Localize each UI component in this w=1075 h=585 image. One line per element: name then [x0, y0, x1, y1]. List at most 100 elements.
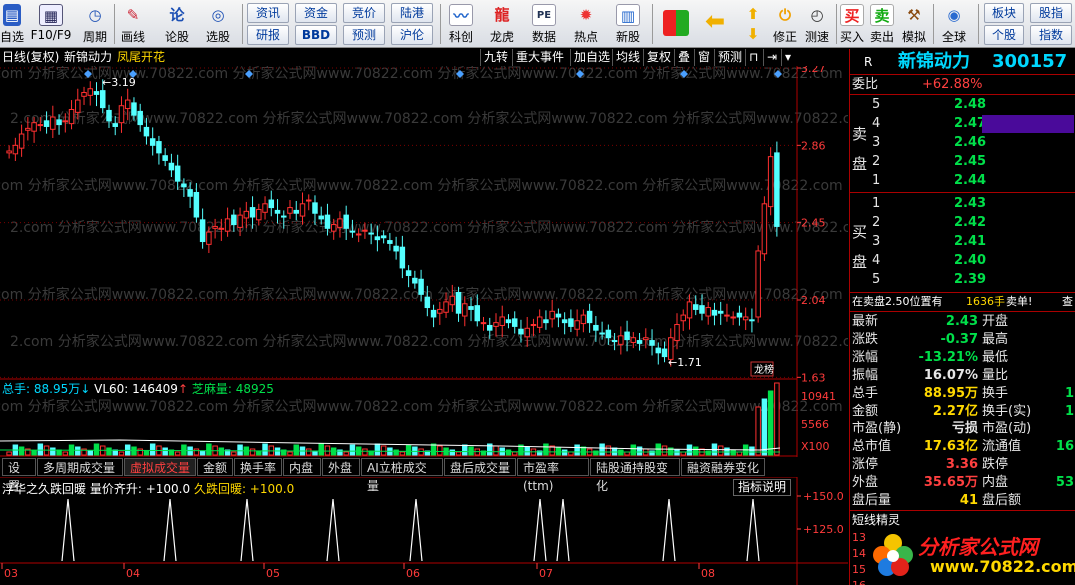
candle-body — [118, 105, 125, 124]
shanghai-london-button[interactable]: 沪伦 — [391, 25, 433, 45]
candle-body — [774, 152, 780, 227]
stat-row: 总手 88.95万 换手 1 — [850, 385, 1075, 403]
tab-8[interactable]: 盘后成交量 — [444, 458, 516, 476]
tab-2[interactable]: 虚拟成交量 — [124, 458, 196, 476]
clock-icon: ◷ — [88, 6, 102, 24]
research-button[interactable]: 研报 — [247, 25, 289, 45]
nine-turn-button[interactable]: 九转 — [480, 49, 511, 66]
stat-value-2: 1 — [1064, 403, 1074, 419]
tab-10[interactable]: 陆股通持股变化 — [590, 458, 680, 493]
funds-button[interactable]: 资金 — [295, 3, 337, 23]
stat-label-2: 开盘 — [982, 314, 1009, 329]
watchlist-button[interactable]: ▤ 自选 — [0, 2, 24, 46]
candle-body — [131, 102, 137, 116]
dragon-tiger-button[interactable]: 龍 龙虎 — [485, 2, 519, 46]
lock-icon[interactable]: ⊓ — [745, 49, 761, 66]
tab-4[interactable]: 换手率 — [234, 458, 282, 476]
level-price: 2.39 — [954, 272, 987, 287]
add-watchlist-button[interactable]: 加自选 — [570, 49, 613, 66]
notice-type: 卖单! — [1006, 295, 1033, 308]
tab-1[interactable]: 多周期成交量 — [37, 458, 123, 476]
data-button[interactable]: PE 数据 — [527, 2, 561, 46]
level-price: 2.40 — [954, 253, 987, 268]
volume-bar — [256, 450, 262, 456]
candle-body — [37, 124, 44, 127]
global-button[interactable]: ◉ 全球 — [936, 2, 972, 46]
moving-average-button[interactable]: 均线 — [612, 49, 643, 66]
buy-level-row[interactable]: 1 2.43 — [850, 195, 1075, 213]
f10-button[interactable]: ▦ F10/F9 — [26, 2, 76, 46]
indicator-tabs: 设置 多周期成交量 虚拟成交量 金额 换手率 内盘 外盘 AI立桩成交量 盘后成交量 市盈率(tt… — [0, 457, 798, 493]
star-market-button[interactable]: 〰 科创 — [444, 2, 478, 46]
volume-bar — [249, 448, 256, 456]
sector-button[interactable]: 板块 — [984, 3, 1024, 23]
adjust-button[interactable]: 复权 — [643, 49, 674, 66]
candle-body — [524, 327, 530, 338]
single-stock-button[interactable]: 个股 — [984, 25, 1024, 45]
sell-level-row[interactable]: 4 2.47 — [850, 115, 1075, 133]
hk-connect-button[interactable]: 陆港 — [391, 3, 433, 23]
expand-icon[interactable]: ⇥ — [763, 49, 780, 66]
bbd-button[interactable]: BBD — [295, 25, 337, 45]
sell-level-row[interactable]: 3 2.46 — [850, 134, 1075, 152]
forecast-chart-button[interactable]: 预测 — [714, 49, 745, 66]
index-button[interactable]: 指数 — [1030, 25, 1072, 45]
sell-button[interactable]: 卖 卖出 — [868, 2, 896, 46]
notice-row[interactable]: 在卖盘2.50位置有 1636手 卖单! 查 — [850, 293, 1075, 311]
f10-icon: ▦ — [39, 4, 63, 26]
stock-picker-button[interactable]: ◎ 选股 — [198, 2, 238, 46]
sell-level-row[interactable]: 5 2.48 — [850, 96, 1075, 114]
overlay-button[interactable]: 叠 — [674, 49, 693, 66]
buy-level-row[interactable]: 4 2.40 — [850, 252, 1075, 270]
new-stock-button[interactable]: ▥ 新股 — [611, 2, 645, 46]
menu-down-icon[interactable]: ▾ — [781, 49, 794, 66]
sell-level-row[interactable]: 1 2.44 — [850, 172, 1075, 190]
tab-5[interactable]: 内盘 — [283, 458, 321, 476]
simulate-button[interactable]: ⚒ 模拟 — [898, 2, 930, 46]
forecast-button[interactable]: 预测 — [343, 25, 385, 45]
speed-test-button[interactable]: ◴ 测速 — [802, 2, 832, 46]
news-button[interactable]: 资讯 — [247, 3, 289, 23]
kline-chart[interactable]: 2.com 分析家公式网www.70822.com 分析家公式网www.7082… — [0, 66, 848, 585]
layout-button[interactable] — [660, 2, 692, 46]
back-button[interactable]: ⬅ — [698, 2, 732, 46]
candle-body — [243, 210, 250, 219]
candle-body — [568, 318, 574, 327]
candle-body — [755, 250, 761, 318]
volume-bar — [206, 443, 212, 456]
period-button[interactable]: ◷ 周期 — [78, 2, 112, 46]
auction-button[interactable]: 竞价 — [343, 3, 385, 23]
indicator-help-button[interactable]: 指标说明 — [733, 479, 792, 496]
volume-bar — [362, 448, 368, 456]
candle-body — [100, 90, 106, 109]
discuss-button[interactable]: 论 论股 — [160, 2, 194, 46]
tab-7[interactable]: AI立桩成交量 — [361, 458, 443, 493]
candle-body — [380, 235, 387, 239]
index-futures-button[interactable]: 股指 — [1030, 3, 1072, 23]
window-button[interactable]: 窗 — [694, 49, 713, 66]
volume-bar — [380, 445, 387, 456]
buy-level-row[interactable]: 2 2.42 — [850, 214, 1075, 232]
buy-button[interactable]: 买 买入 — [838, 2, 866, 46]
draw-line-button[interactable]: ✎ 画线 — [116, 2, 150, 46]
stat-value: 3.36 — [945, 457, 978, 473]
tab-3[interactable]: 金额 — [197, 458, 233, 476]
volume-bar — [56, 449, 62, 456]
stat-value: 17.63亿 — [923, 439, 978, 455]
buy-level-row[interactable]: 3 2.41 — [850, 233, 1075, 251]
tab-0[interactable]: 设置 — [2, 458, 36, 493]
tab-6[interactable]: 外盘 — [322, 458, 360, 476]
sell-level-row[interactable]: 2 2.45 — [850, 153, 1075, 171]
tab-9[interactable]: 市盈率(ttm) — [517, 458, 589, 493]
stat-row: 盘后量 41 盘后额 — [850, 492, 1075, 510]
restore-button[interactable]: ⏻ 修正 — [770, 2, 800, 46]
volume-bar — [524, 446, 530, 456]
buy-level-row[interactable]: 5 2.39 — [850, 271, 1075, 289]
volume-bar — [774, 382, 780, 456]
candle-body — [18, 133, 25, 149]
pattern-label: 凤尾开花 — [117, 50, 166, 64]
hot-button[interactable]: ✹ 热点 — [569, 2, 603, 46]
tab-11[interactable]: 融资融券变化 — [681, 458, 765, 476]
major-events-button[interactable]: 重大事件 — [512, 49, 567, 66]
page-up-down-button[interactable]: ⬆ ⬇ — [738, 2, 768, 46]
